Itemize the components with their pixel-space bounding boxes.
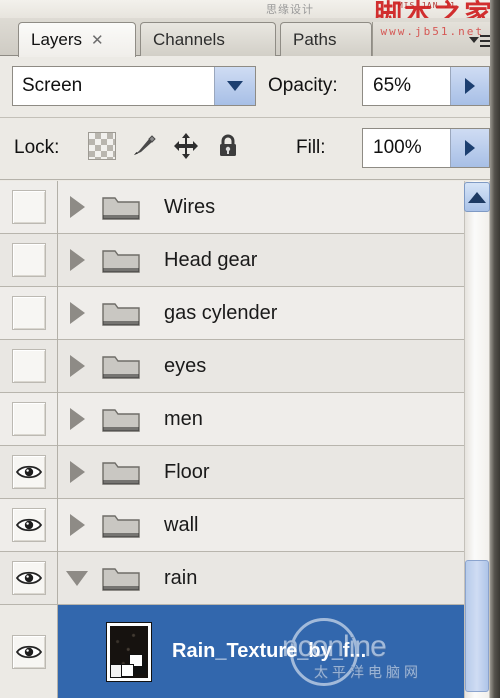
group-disclosure-triangle[interactable] xyxy=(58,355,96,377)
photoshop-layers-panel: 思缘设计 MIS JAN 21 脚本之家 www.jb51.net Layers… xyxy=(0,0,500,698)
opacity-slider-arrow-icon[interactable] xyxy=(450,67,489,105)
table-row-selected[interactable]: Rain_Texture_by_f... xyxy=(0,605,500,698)
visibility-toggle[interactable] xyxy=(0,339,58,393)
visibility-toggle[interactable] xyxy=(0,551,58,605)
tab-layers-label: Layers xyxy=(31,30,83,49)
layer-name: rain xyxy=(164,566,198,589)
lock-fill-row: Lock: Fill: 100% xyxy=(0,118,500,180)
lock-position-icon[interactable] xyxy=(172,132,200,160)
table-row[interactable]: Head gear xyxy=(0,233,500,287)
eye-icon-on xyxy=(11,634,46,669)
lock-label: Lock: xyxy=(14,137,60,158)
layer-name: gas cylender xyxy=(164,301,278,324)
table-row[interactable]: wall xyxy=(0,498,500,552)
eye-icon-off xyxy=(11,243,46,277)
fill-value: 100% xyxy=(373,137,422,158)
visibility-toggle[interactable] xyxy=(0,392,58,446)
close-icon[interactable]: ✕ xyxy=(91,33,104,48)
folder-icon xyxy=(96,350,146,382)
visibility-toggle[interactable] xyxy=(0,605,58,698)
eye-icon-off xyxy=(11,190,46,224)
fill-field[interactable]: 100% xyxy=(362,128,490,168)
layer-effects-indicator-icon xyxy=(121,653,147,678)
tab-paths-label: Paths xyxy=(293,29,337,49)
group-disclosure-triangle[interactable] xyxy=(58,302,96,324)
scroll-up-button[interactable] xyxy=(464,182,490,212)
folder-icon xyxy=(96,562,146,594)
chevron-up-icon xyxy=(468,191,486,203)
folder-icon xyxy=(96,244,146,276)
chevron-down-icon xyxy=(469,37,479,43)
eye-icon-off xyxy=(11,296,46,330)
table-row[interactable]: eyes xyxy=(0,339,500,393)
layer-name: men xyxy=(164,407,203,430)
lock-image-pixels-icon[interactable] xyxy=(130,132,158,160)
opacity-label: Opacity: xyxy=(268,75,338,96)
tab-channels-label: Channels xyxy=(153,29,225,49)
lock-all-icon[interactable] xyxy=(214,132,242,160)
watermark-strip: 思缘设计 MIS JAN 21 脚本之家 xyxy=(0,0,500,20)
layer-name: eyes xyxy=(164,354,207,377)
layer-thumbnail[interactable] xyxy=(98,621,160,682)
layer-name: wall xyxy=(164,513,199,536)
layer-name: Rain_Texture_by_f... xyxy=(172,640,367,662)
eye-icon-on xyxy=(11,561,46,595)
layer-name: Floor xyxy=(164,460,210,483)
tab-channels[interactable]: Channels xyxy=(140,22,276,56)
tab-paths[interactable]: Paths xyxy=(280,22,372,56)
vertical-scrollbar-thumb[interactable] xyxy=(465,560,489,692)
folder-icon xyxy=(96,191,146,223)
panel-right-edge xyxy=(490,0,500,698)
table-row[interactable]: gas cylender xyxy=(0,286,500,340)
layer-list[interactable]: Wires Head gear gas cylender eyes men Fl… xyxy=(0,181,500,698)
blend-opacity-row: Screen Opacity: 65% xyxy=(0,56,500,118)
folder-icon xyxy=(96,509,146,541)
eye-icon-off xyxy=(11,349,46,383)
eye-icon-off xyxy=(11,402,46,436)
folder-icon xyxy=(96,297,146,329)
folder-icon xyxy=(96,456,146,488)
folder-icon xyxy=(96,403,146,435)
opacity-value: 65% xyxy=(373,75,412,96)
visibility-toggle[interactable] xyxy=(0,286,58,340)
group-disclosure-triangle[interactable] xyxy=(58,514,96,536)
visibility-toggle[interactable] xyxy=(0,181,58,234)
blend-mode-value: Screen xyxy=(22,75,83,96)
chevron-down-icon[interactable] xyxy=(214,67,255,105)
table-row[interactable]: rain xyxy=(0,551,500,605)
fill-slider-arrow-icon[interactable] xyxy=(450,129,489,167)
visibility-toggle[interactable] xyxy=(0,498,58,552)
lock-icon-group xyxy=(88,132,242,160)
visibility-toggle[interactable] xyxy=(0,445,58,499)
visibility-toggle[interactable] xyxy=(0,233,58,287)
eye-icon-on xyxy=(11,508,46,542)
lock-transparent-pixels-icon[interactable] xyxy=(88,132,116,160)
table-row[interactable]: Wires xyxy=(0,181,500,234)
group-disclosure-triangle[interactable] xyxy=(58,408,96,430)
blend-mode-select[interactable]: Screen xyxy=(12,66,256,106)
group-disclosure-triangle-expanded[interactable] xyxy=(58,570,96,586)
group-disclosure-triangle[interactable] xyxy=(58,249,96,271)
eye-icon-on xyxy=(11,455,46,489)
tab-layers[interactable]: Layers ✕ xyxy=(18,22,136,57)
group-disclosure-triangle[interactable] xyxy=(58,461,96,483)
opacity-field[interactable]: 65% xyxy=(362,66,490,106)
layer-name: Wires xyxy=(164,195,216,218)
fill-label: Fill: xyxy=(296,137,326,158)
watermark-grey-text: 思缘设计 xyxy=(266,4,314,16)
watermark-red-title: 脚本之家 xyxy=(373,0,494,20)
table-row[interactable]: Floor xyxy=(0,445,500,499)
table-row[interactable]: men xyxy=(0,392,500,446)
group-disclosure-triangle[interactable] xyxy=(58,196,96,218)
layer-name: Head gear xyxy=(164,248,258,271)
